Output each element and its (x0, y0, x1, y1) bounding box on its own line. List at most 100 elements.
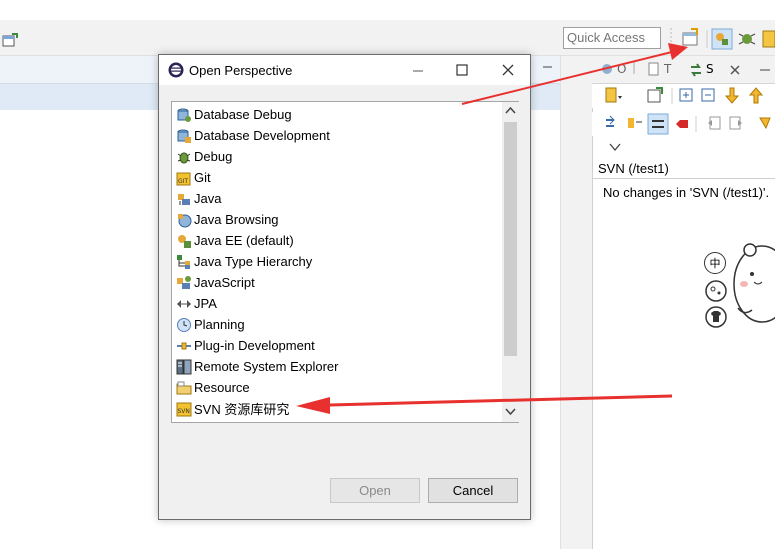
scroll-up-chevron-icon[interactable] (505, 106, 516, 114)
bug-icon (177, 152, 191, 163)
list-item-label: Resource (194, 380, 250, 395)
expand-all-icon[interactable] (679, 88, 693, 102)
database-dev-icon (177, 129, 191, 143)
tab-tasks[interactable]: T (664, 62, 671, 76)
plugin-icon (177, 342, 191, 349)
tab-separator: | (632, 60, 637, 74)
java-ee-perspective-icon[interactable] (711, 28, 733, 50)
conflicts-mode-icon[interactable] (676, 120, 688, 128)
dialog-title: Open Perspective (189, 63, 293, 78)
folder-icon (176, 381, 192, 394)
divider (592, 178, 775, 179)
dialog-titlebar: Open Perspective (159, 55, 530, 85)
list-item-java-type-hierarchy[interactable]: Java Type Hierarchy (176, 251, 498, 272)
list-item-label: Database Development (194, 128, 330, 143)
svn-status-message: No changes in 'SVN (/test1)'. (603, 185, 770, 200)
list-item-java-ee[interactable]: Java EE (default) (176, 230, 498, 251)
list-item-label: Java (194, 191, 222, 206)
scroll-thumb[interactable] (504, 122, 517, 356)
hierarchy-icon (177, 254, 190, 269)
git-icon: GIT (176, 172, 191, 185)
perspective-toolbar (670, 28, 775, 50)
list-item-label: Java EE (default) (194, 233, 294, 248)
open-perspective-dialog: Open Perspective Database Debug Database… (158, 54, 531, 520)
svn-commit-dropdown-icon[interactable] (605, 87, 622, 103)
tab-synchronize[interactable]: S (706, 62, 714, 76)
svn-mode-icons (606, 113, 771, 135)
close-icon[interactable] (501, 63, 515, 77)
open-perspective-icon[interactable] (682, 28, 698, 46)
svn-icon: SVN (176, 402, 192, 416)
list-scrollbar[interactable] (502, 102, 519, 422)
list-item-label: Java Browsing (194, 212, 279, 227)
incoming-outgoing-mode-icon[interactable] (647, 113, 669, 135)
svn-perspective-icon[interactable] (762, 30, 775, 48)
close-tab-icon[interactable] (729, 64, 741, 76)
list-item-label: Database Debug (194, 107, 292, 122)
perspective-list[interactable]: Database Debug Database Development Debu… (171, 101, 519, 423)
list-item-java[interactable]: Java (176, 188, 498, 209)
ime-punctuation-icon[interactable] (704, 279, 728, 303)
svg-text:SVN: SVN (178, 408, 190, 415)
java-ee-icon (178, 234, 191, 248)
svn-toolbar-icons (605, 87, 764, 104)
scroll-down-chevron-icon[interactable] (505, 408, 516, 416)
ime-chinese-button[interactable]: 中 (704, 252, 726, 274)
list-item-label: Plug-in Development (194, 338, 315, 353)
list-item-plugin-development[interactable]: Plug-in Development (176, 335, 498, 356)
open-button[interactable]: Open (330, 478, 420, 503)
list-item-javascript[interactable]: JavaScript (176, 272, 498, 293)
right-view-tabbar: O | T S (592, 56, 775, 84)
list-item-label: Debug (194, 149, 233, 164)
maximize-icon[interactable] (455, 63, 469, 77)
arrow-up-icon[interactable] (748, 87, 764, 104)
java-browsing-icon (178, 213, 192, 227)
list-item-database-development[interactable]: Database Development (176, 125, 498, 146)
collapse-all-icon[interactable] (701, 88, 715, 102)
database-debug-icon (177, 108, 191, 122)
list-item-label: Planning (194, 317, 245, 332)
list-item-remote-system-explorer[interactable]: Remote System Explorer (176, 356, 498, 377)
outline-icon[interactable] (600, 62, 614, 76)
list-item-resource[interactable]: Resource (176, 377, 498, 398)
minimize-icon[interactable] (411, 63, 425, 77)
list-item-debug[interactable]: Debug (176, 146, 498, 167)
tab-outline[interactable]: O (617, 62, 626, 76)
list-item-label: Remote System Explorer (194, 359, 339, 374)
svn-toolbar-row-2 (592, 112, 775, 136)
new-window-icon[interactable] (2, 32, 18, 48)
arrow-down-icon[interactable] (724, 87, 740, 104)
list-item-database-debug[interactable]: Database Debug (176, 104, 498, 125)
list-item-jpa[interactable]: JPA (176, 293, 498, 314)
list-item-label: Java Type Hierarchy (194, 254, 313, 269)
svn-new-icon[interactable] (647, 87, 663, 103)
incoming-mode-icon[interactable] (606, 115, 615, 127)
list-item-label: JPA (194, 296, 217, 311)
mascot-bear-icon (733, 243, 775, 323)
ime-label: 中 (709, 257, 721, 270)
minimize-icon[interactable] (760, 68, 772, 72)
list-item-label: JavaScript (194, 275, 255, 290)
list-item-planning[interactable]: Planning (176, 314, 498, 335)
list-item-git[interactable]: GIT Git (176, 167, 498, 188)
previous-change-icon[interactable] (708, 116, 721, 130)
list-item-svn[interactable]: SVN SVN 资源库研究 (176, 398, 498, 419)
refresh-icon[interactable] (759, 117, 771, 130)
task-icon[interactable] (648, 62, 660, 76)
synchronize-icon[interactable] (688, 62, 704, 78)
list-item-java-browsing[interactable]: Java Browsing (176, 209, 498, 230)
list-item-label: Git (194, 170, 211, 185)
clock-icon (177, 317, 191, 332)
debug-perspective-icon[interactable] (738, 33, 756, 45)
java-icon (178, 193, 190, 205)
cancel-button[interactable]: Cancel (428, 478, 518, 503)
sash[interactable] (560, 56, 592, 549)
outgoing-mode-icon[interactable] (628, 118, 642, 128)
javascript-icon (177, 275, 191, 289)
svn-toolbar-row-1 (592, 84, 775, 108)
next-change-icon[interactable] (729, 116, 742, 130)
ime-skin-icon[interactable] (704, 305, 728, 329)
list-item-label: SVN 资源库研究 (194, 402, 290, 417)
quick-access-input[interactable]: Quick Access (563, 27, 661, 49)
view-menu-chevron-down-icon[interactable] (608, 142, 622, 152)
